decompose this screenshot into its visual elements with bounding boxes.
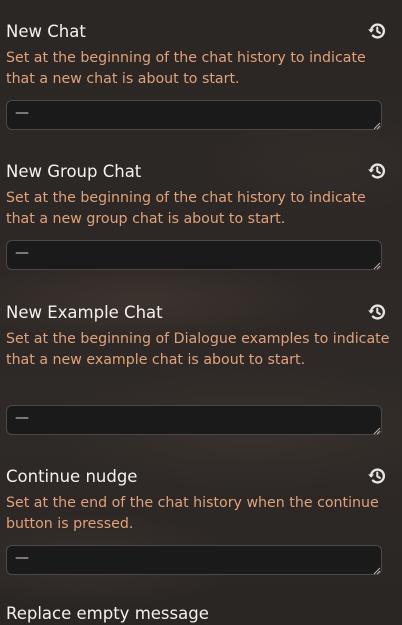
setting-continue-nudge: Continue nudge Set at the end of the cha… [0,465,402,575]
setting-title: Continue nudge [6,467,138,486]
new-group-chat-textbox[interactable]: — [6,240,382,270]
setting-header: New Example Chat [0,301,402,329]
setting-description: Set at the end of the chat history when … [6,495,379,532]
setting-description: Set at the beginning of Dialogue example… [6,331,390,368]
new-example-chat-textbox[interactable]: — [6,405,382,435]
setting-header: Continue nudge [0,465,402,493]
setting-header: New Group Chat [0,160,402,188]
setting-description: Set at the beginning of the chat history… [6,190,366,227]
setting-title: New Chat [6,22,86,41]
history-reset-icon[interactable] [366,301,388,323]
setting-title-replace-empty-message: Replace empty message [6,604,209,623]
new-chat-textbox[interactable]: — [6,100,382,130]
continue-nudge-textbox[interactable]: — [6,545,382,575]
setting-title: New Group Chat [6,162,142,181]
setting-new-chat: New Chat Set at the beginning of the cha… [0,20,402,130]
setting-header: New Chat [0,20,402,48]
history-reset-icon[interactable] [366,465,388,487]
history-reset-icon[interactable] [366,160,388,182]
setting-description: Set at the beginning of the chat history… [6,50,366,87]
setting-new-example-chat: New Example Chat Set at the beginning of… [0,301,402,435]
prompt-settings-panel: New Chat Set at the beginning of the cha… [0,0,402,623]
setting-title: New Example Chat [6,303,163,322]
history-reset-icon[interactable] [366,20,388,42]
setting-new-group-chat: New Group Chat Set at the beginning of t… [0,160,402,270]
